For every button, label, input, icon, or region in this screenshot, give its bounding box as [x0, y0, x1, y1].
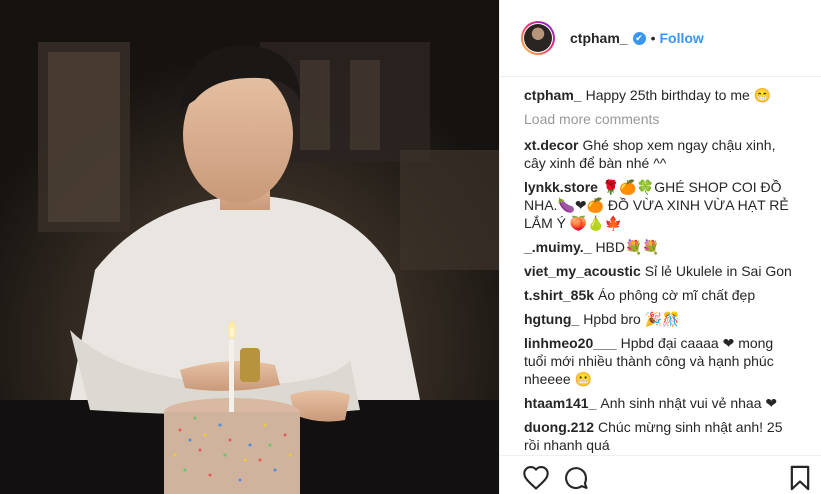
comment-item: t.shirt_85k Áo phông cờ mĩ chất đẹp: [524, 286, 798, 304]
post-header: ctpham_ ✔ • Follow: [500, 0, 821, 77]
comment-username[interactable]: htaam141_: [524, 395, 596, 411]
comment-username[interactable]: lynkk.store: [524, 179, 598, 195]
bookmark-icon[interactable]: [786, 464, 814, 492]
verified-badge-icon: ✔: [632, 31, 646, 45]
comment-bubble-icon[interactable]: [562, 464, 590, 492]
comment-text: Anh sinh nhật vui vẻ nhaa ❤: [600, 395, 778, 411]
comment-username[interactable]: linhmeo20___: [524, 335, 617, 351]
load-more-comments-button[interactable]: Load more comments: [524, 110, 798, 128]
heart-icon[interactable]: [522, 464, 550, 492]
comment-username[interactable]: t.shirt_85k: [524, 287, 594, 303]
comment-username[interactable]: xt.decor: [524, 137, 578, 153]
comment-item: linhmeo20___ Hpbd đại caaaa ❤ mong tuổi m…: [524, 334, 798, 388]
comment-item: lynkk.store 🌹🍊🍀GHÉ SHOP COI ĐỒ NHA.🍆❤🍊 ĐỒ…: [524, 178, 798, 232]
separator-dot: •: [650, 30, 656, 46]
follow-button[interactable]: Follow: [659, 30, 703, 46]
post-photo: [0, 0, 499, 494]
birthday-photo-image: [0, 0, 499, 494]
comment-username[interactable]: ctpham_: [524, 87, 582, 103]
comment-username[interactable]: duong.212: [524, 419, 594, 435]
post-username[interactable]: ctpham_: [570, 30, 628, 46]
avatar-image: [524, 24, 552, 52]
comment-item: _.muimy._ HBD💐💐: [524, 238, 798, 256]
comment-text: Sỉ lẻ Ukulele in Sai Gon: [644, 263, 792, 279]
comments-list[interactable]: ctpham_ Happy 25th birthday to me 😁 Load …: [500, 77, 821, 455]
caption: ctpham_ Happy 25th birthday to me 😁: [524, 86, 798, 104]
comment-username[interactable]: hgtung_: [524, 311, 579, 327]
post-side-panel: ctpham_ ✔ • Follow ctpham_ Happy 25th bir…: [499, 0, 821, 494]
comment-item: htaam141_ Anh sinh nhật vui vẻ nhaa ❤: [524, 394, 798, 412]
avatar[interactable]: [521, 21, 555, 55]
comment-username[interactable]: viet_my_acoustic: [524, 263, 641, 279]
comment-text: HBD💐💐: [595, 239, 660, 255]
action-bar: [500, 455, 821, 494]
comment-text: Áo phông cờ mĩ chất đẹp: [598, 287, 756, 303]
comment-username[interactable]: _.muimy._: [524, 239, 591, 255]
comment-text: Happy 25th birthday to me 😁: [585, 87, 772, 103]
comment-item: viet_my_acoustic Sỉ lẻ Ukulele in Sai Gon: [524, 262, 798, 280]
comment-item: hgtung_ Hpbd bro 🎉🎊: [524, 310, 798, 328]
comment-text: Hpbd bro 🎉🎊: [583, 311, 680, 327]
comment-item: xt.decor Ghé shop xem ngay chậu xinh, cây…: [524, 136, 798, 172]
comment-item: duong.212 Chúc mừng sinh nhật anh! 25 rồi…: [524, 418, 798, 454]
